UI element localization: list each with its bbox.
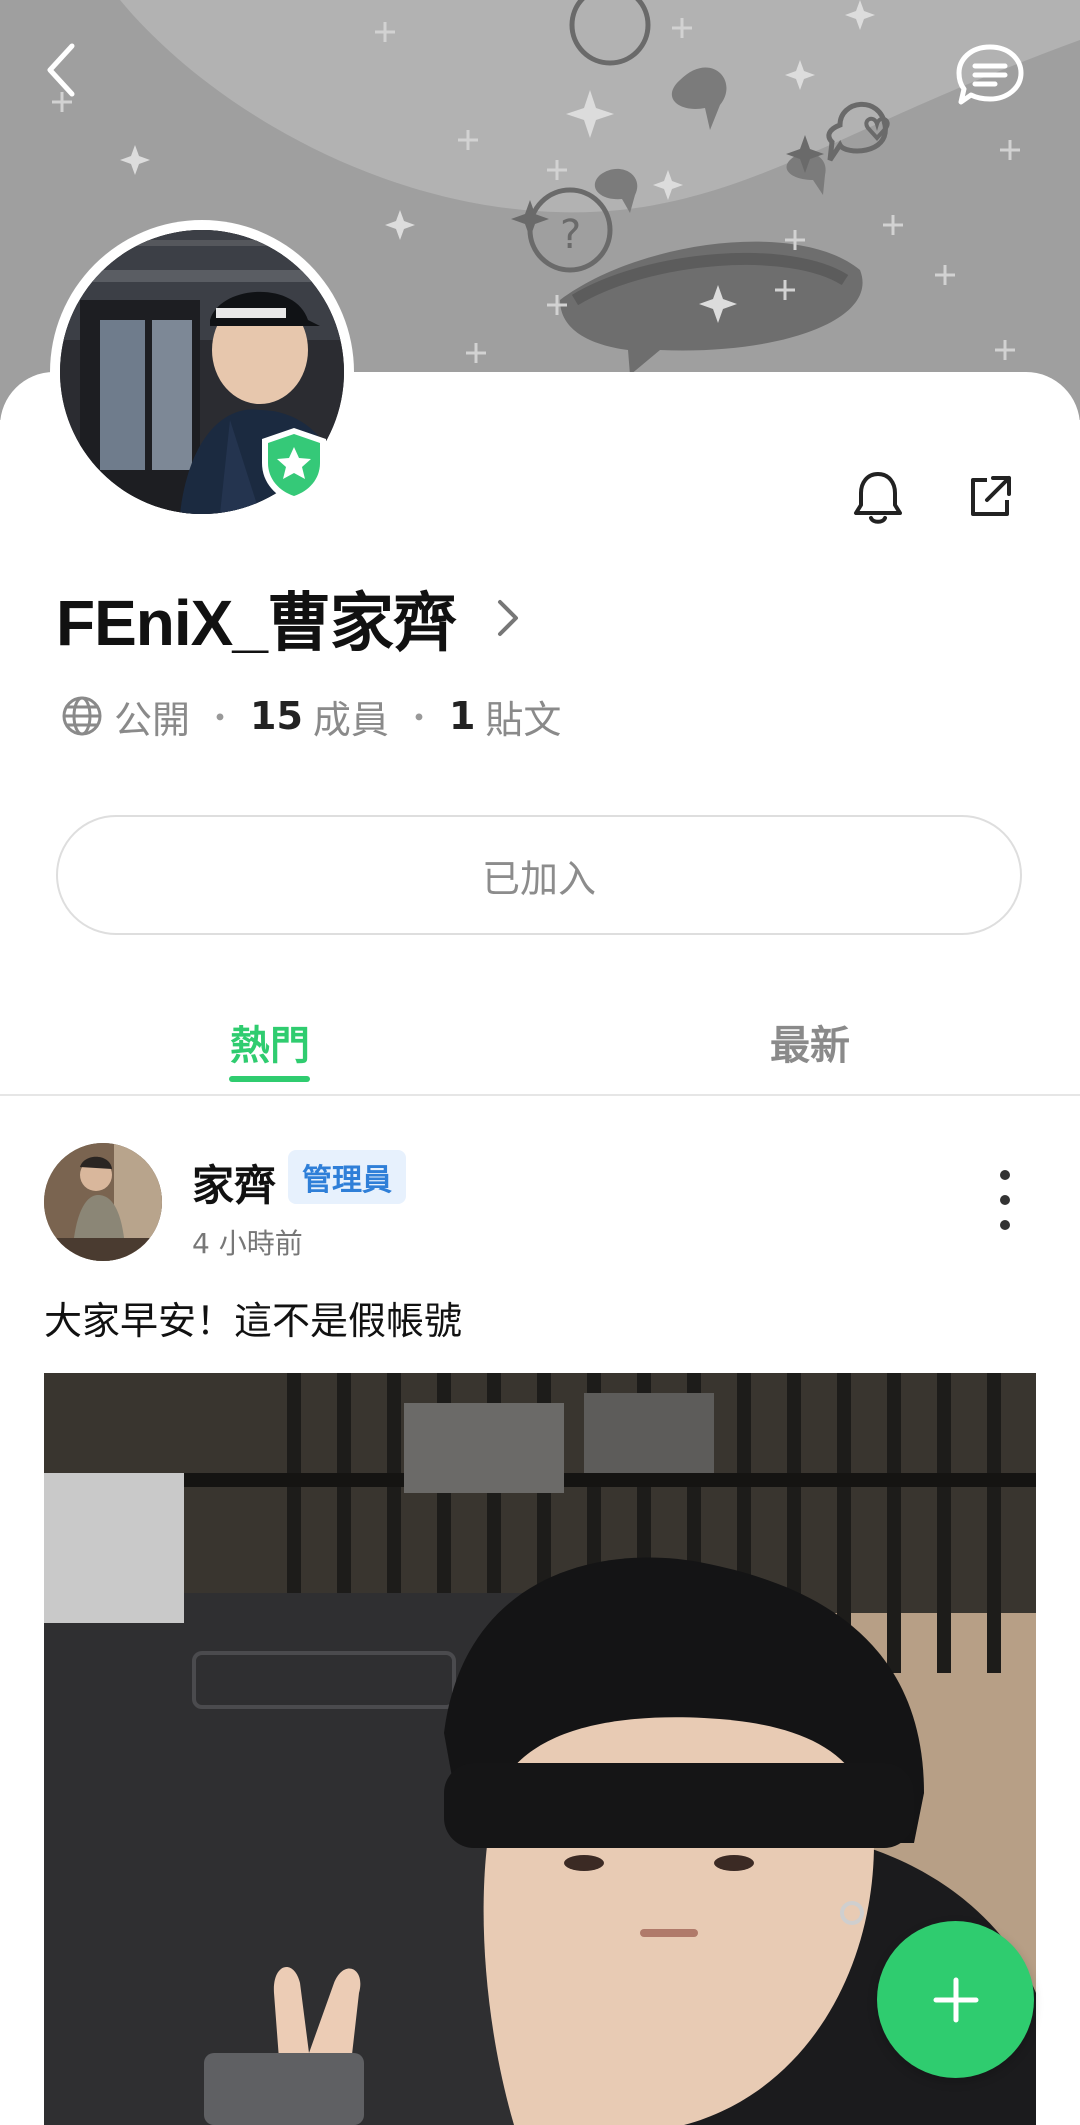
- more-vertical-icon: [1000, 1170, 1010, 1180]
- profile-meta: 公開 ・ 15 成員 ・ 1 貼文: [60, 690, 561, 742]
- post-count: 1: [448, 694, 476, 738]
- globe-icon: [62, 696, 102, 736]
- plus-icon: [933, 1977, 978, 2022]
- post-label: 貼文: [485, 697, 562, 742]
- create-post-fab[interactable]: [877, 1921, 1034, 2078]
- post-timestamp: 4 小時前: [192, 1227, 303, 1260]
- active-tab-indicator: [229, 1076, 310, 1082]
- post-author-name[interactable]: 家齊: [192, 1152, 276, 1213]
- verified-badge: [258, 425, 330, 505]
- profile-title-row[interactable]: FEniX_曹家齊: [56, 575, 522, 661]
- notification-button[interactable]: [843, 462, 913, 532]
- joined-button[interactable]: 已加入: [56, 815, 1022, 935]
- svg-text:?: ?: [560, 212, 581, 258]
- meta-separator: ・: [204, 699, 237, 737]
- member-label: 成員: [312, 697, 389, 742]
- tab-bar: 熱門 最新: [0, 990, 1080, 1096]
- post-more-button[interactable]: [980, 1170, 1030, 1230]
- post-body-text: 大家早安！這不是假帳號: [44, 1299, 463, 1343]
- visibility-label: 公開: [114, 697, 191, 742]
- member-count: 15: [250, 694, 303, 738]
- bell-icon: [854, 472, 902, 524]
- chevron-left-icon: [47, 43, 75, 97]
- chevron-right-icon: [497, 600, 518, 636]
- external-share-icon: [971, 476, 1011, 516]
- more-vertical-icon: [1000, 1195, 1010, 1205]
- admin-badge: 管理員: [288, 1150, 406, 1204]
- back-button[interactable]: [40, 40, 104, 120]
- profile-name: FEniX_曹家齊: [56, 587, 457, 659]
- shield-star-icon: [262, 428, 326, 503]
- share-button[interactable]: [955, 462, 1025, 532]
- meta-separator: ・: [402, 699, 435, 737]
- post-author-avatar[interactable]: [44, 1143, 162, 1261]
- tab-latest[interactable]: 最新: [720, 990, 900, 1094]
- chat-bubble-icon: [956, 44, 1024, 105]
- chat-button[interactable]: [955, 42, 1035, 118]
- more-vertical-icon: [1000, 1220, 1010, 1230]
